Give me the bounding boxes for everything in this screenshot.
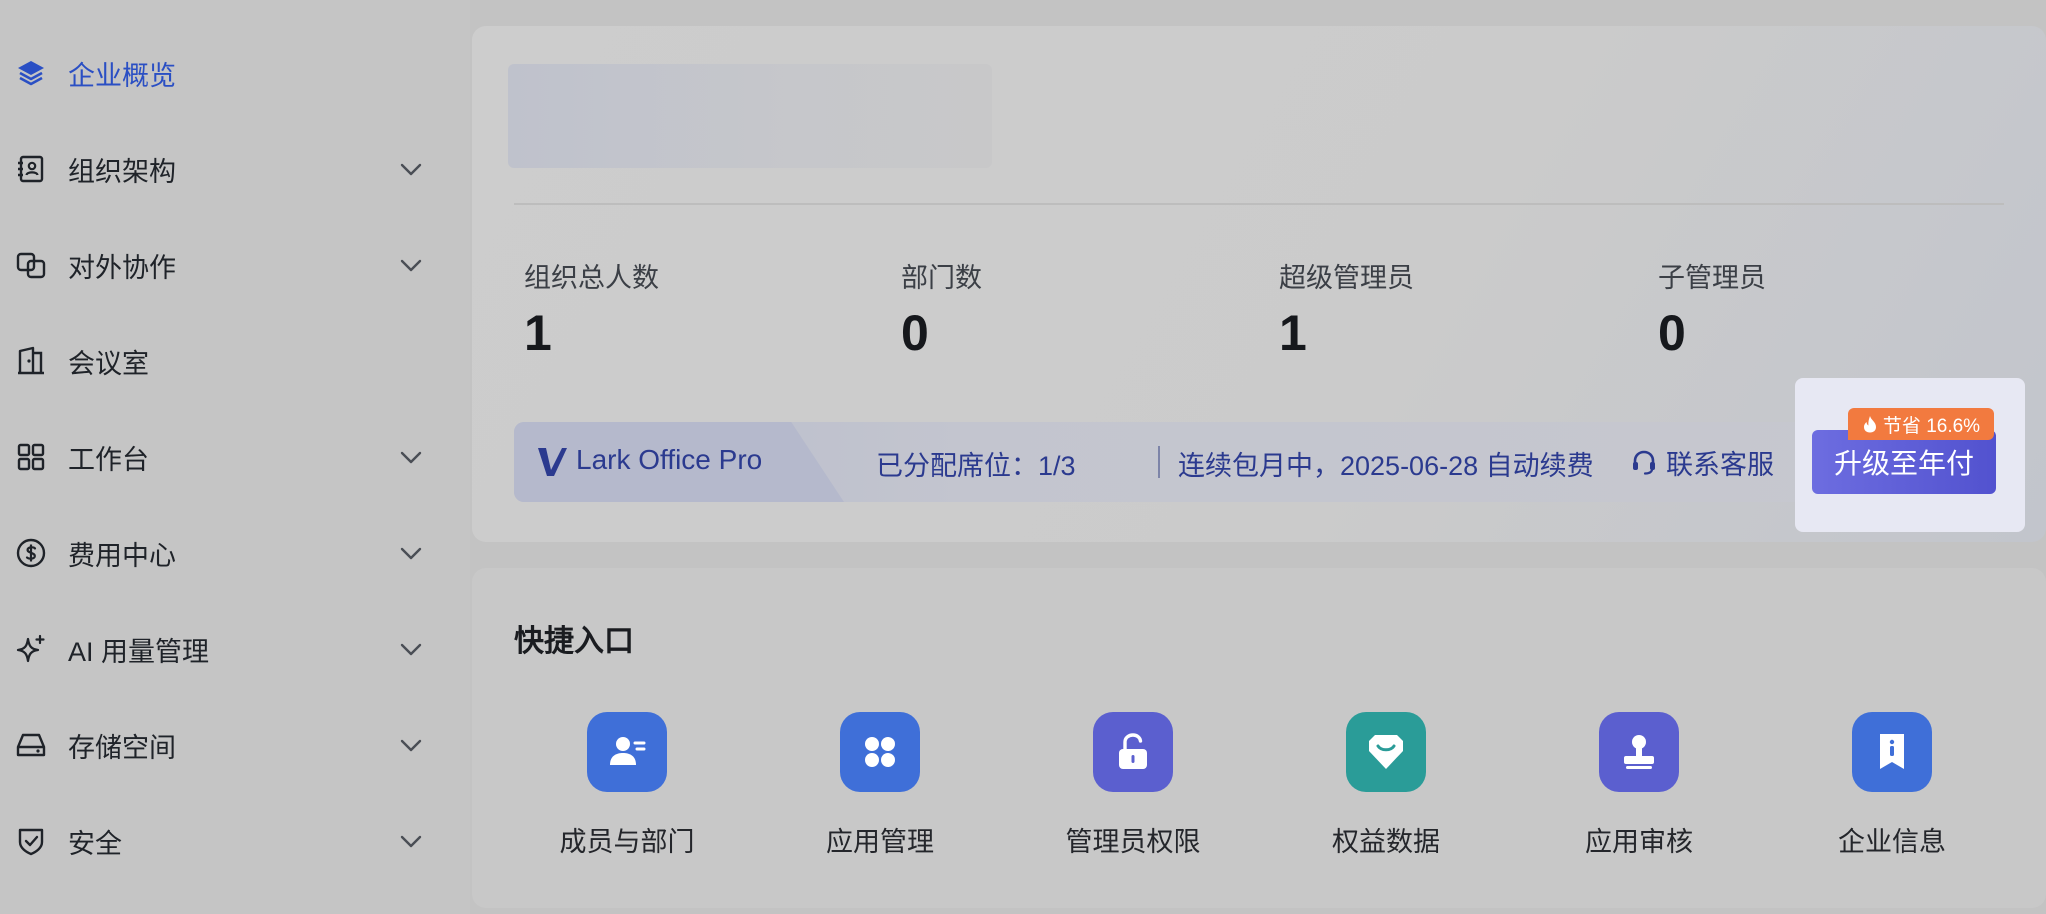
sidebar-item-external[interactable]: 对外协作 [0, 230, 450, 300]
sidebar-item-label: 安全 [68, 828, 122, 859]
sidebar-item-label: 对外协作 [68, 252, 176, 283]
stat-label: 部门数 [901, 263, 982, 293]
sidebar-item-label: AI 用量管理 [68, 636, 210, 667]
quick-entry-label: 成员与部门 [559, 827, 695, 857]
stat-departments[interactable]: 部门数 0 [901, 256, 982, 361]
sidebar-item-label: 工作台 [68, 444, 149, 475]
link-squares-icon [14, 248, 48, 282]
stamp-icon [1599, 712, 1679, 792]
headset-icon [1633, 450, 1655, 475]
member-icon [587, 712, 667, 792]
contacts-book-icon [14, 152, 48, 186]
sidebar-item-billing[interactable]: 费用中心 [0, 518, 450, 588]
save-badge-text: 节省 16.6% [1882, 415, 1981, 437]
chevron-down-icon[interactable] [396, 442, 426, 472]
sidebar-item-label: 企业概览 [68, 60, 176, 91]
seats-allocated: 已分配席位：1/3 [876, 451, 1076, 481]
chevron-down-icon[interactable] [396, 154, 426, 184]
sidebar-item-workplace[interactable]: 工作台 [0, 422, 450, 492]
section-title: 快捷入口 [514, 625, 634, 658]
chevron-down-icon[interactable] [396, 730, 426, 760]
flame-icon [1863, 416, 1876, 433]
quick-entry-label: 企业信息 [1838, 827, 1946, 857]
stat-label: 超级管理员 [1279, 263, 1414, 293]
support-label: 联系客服 [1666, 449, 1774, 480]
diamond-icon [1346, 712, 1426, 792]
stat-label: 子管理员 [1658, 263, 1766, 293]
sidebar-item-label: 组织架构 [68, 156, 176, 187]
apps-icon [840, 712, 920, 792]
contact-support-link[interactable]: 联系客服 [1630, 442, 1774, 482]
plan-bar: Lark Office Pro 已分配席位：1/3 连续包月中，2025-06-… [514, 422, 2008, 502]
sidebar-item-label: 会议室 [68, 348, 149, 379]
sidebar-item-label: 费用中心 [68, 540, 176, 571]
stat-value: 1 [1279, 305, 1307, 361]
quick-entry-label: 权益数据 [1332, 827, 1440, 857]
layers-icon [14, 56, 48, 90]
chevron-down-icon[interactable] [396, 826, 426, 856]
info-bookmark-icon [1852, 712, 1932, 792]
quick-entry-label: 应用审核 [1585, 827, 1693, 857]
renewal-status: 连续包月中，2025-06-28 自动续费 [1178, 451, 1594, 481]
sidebar-item-label: 存储空间 [68, 732, 176, 763]
stat-value: 0 [1658, 305, 1686, 361]
company-banner-placeholder [508, 64, 992, 168]
sidebar-item-storage[interactable]: 存储空间 [0, 710, 450, 780]
chevron-down-icon[interactable] [396, 634, 426, 664]
chevron-down-icon[interactable] [396, 250, 426, 280]
quick-entry-card: 快捷入口 成员与部门 应用管理 管理员权限 权益数据 应用审核 企业信息 [472, 568, 2046, 908]
separator [1158, 446, 1160, 478]
sparkle-icon [14, 632, 48, 666]
divider [514, 203, 2004, 205]
sidebar-item-ai-usage[interactable]: AI 用量管理 [0, 614, 450, 684]
unlock-icon [1093, 712, 1173, 792]
stat-sub-admins[interactable]: 子管理员 0 [1658, 256, 1766, 361]
door-icon [14, 344, 48, 378]
stat-value: 0 [901, 305, 929, 361]
grid-icon [14, 440, 48, 474]
stat-super-admins[interactable]: 超级管理员 1 [1279, 256, 1414, 361]
sidebar-item-security[interactable]: 安全 [0, 806, 450, 876]
chevron-down-icon[interactable] [396, 538, 426, 568]
stat-value: 1 [524, 305, 552, 361]
quick-entry-label: 应用管理 [826, 827, 934, 857]
shield-check-icon [14, 824, 48, 858]
stat-label: 组织总人数 [524, 263, 659, 293]
stat-total-members[interactable]: 组织总人数 1 [524, 256, 659, 361]
sidebar: 企业概览 组织架构 对外协作 会议室 工作台 费用中心 AI 用量管理 存储空间… [0, 0, 470, 914]
hard-drive-icon [14, 728, 48, 762]
sidebar-item-meeting-room[interactable]: 会议室 [0, 326, 450, 396]
plan-name: Lark Office Pro [576, 444, 763, 475]
sidebar-item-overview[interactable]: 企业概览 [0, 38, 450, 108]
save-badge: 节省 16.6% [1848, 408, 1994, 440]
sidebar-item-org[interactable]: 组织架构 [0, 134, 450, 204]
dollar-circle-icon [14, 536, 48, 570]
quick-entry-label: 管理员权限 [1065, 827, 1201, 857]
lark-v-logo-icon [538, 448, 567, 476]
